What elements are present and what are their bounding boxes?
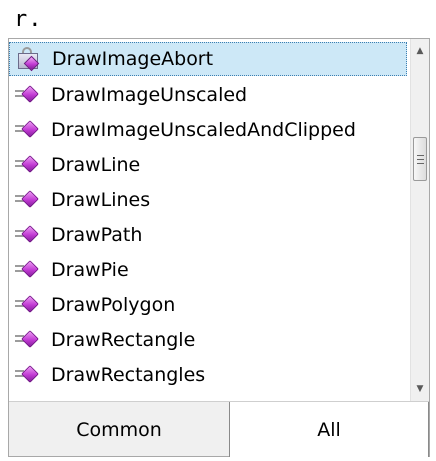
completion-item-label: DrawRectangles [51, 364, 206, 386]
method-icon [13, 188, 43, 212]
method-icon [13, 258, 43, 282]
vertical-scrollbar[interactable]: ▲ ▼ [410, 39, 429, 401]
scroll-up-arrow-icon[interactable]: ▲ [411, 41, 429, 61]
method-icon [13, 293, 43, 317]
method-icon [13, 328, 43, 352]
method-icon [13, 83, 43, 107]
completion-item-label: DrawImageUnscaled [51, 84, 248, 106]
tab-common-label: Common [76, 418, 162, 441]
scroll-down-arrow-icon[interactable]: ▼ [411, 379, 429, 399]
completion-item-label: DrawPie [51, 259, 129, 281]
completion-item-label: DrawPath [51, 224, 143, 246]
completion-item-label: DrawPolygon [51, 294, 176, 316]
intellisense-popup: DrawImageAbort DrawImageUnscaled DrawIma… [8, 38, 430, 457]
tab-all[interactable]: All [229, 402, 429, 457]
completion-item[interactable]: DrawRectangle [9, 323, 407, 357]
completion-item[interactable]: DrawLine [9, 148, 407, 182]
completion-item[interactable]: DrawRectangles [9, 358, 407, 392]
completion-item[interactable]: DrawPolygon [9, 288, 407, 322]
completion-list[interactable]: DrawImageAbort DrawImageUnscaled DrawIma… [9, 39, 409, 401]
completion-item-label: DrawRectangle [51, 329, 196, 351]
delegate-lock-icon [14, 47, 44, 72]
completion-item[interactable]: DrawLines [9, 183, 407, 217]
completion-item[interactable]: DrawImageUnscaled [9, 78, 407, 112]
completion-item-label: DrawLines [51, 189, 151, 211]
scrollbar-thumb[interactable] [413, 137, 427, 181]
completion-item-label: DrawImageAbort [52, 48, 214, 70]
completion-item[interactable]: DrawPath [9, 218, 407, 252]
code-editor-line[interactable]: r. [14, 6, 43, 34]
completion-item[interactable]: DrawPie [9, 253, 407, 287]
tab-common[interactable]: Common [9, 402, 229, 457]
completion-item-label: DrawImageUnscaledAndClipped [51, 119, 356, 141]
completion-item[interactable]: DrawImageAbort [9, 42, 407, 76]
completion-item-label: DrawLine [51, 154, 141, 176]
method-icon [13, 223, 43, 247]
method-icon [13, 118, 43, 142]
completion-item[interactable]: DrawImageUnscaledAndClipped [9, 113, 407, 147]
method-icon [13, 153, 43, 177]
method-icon [13, 363, 43, 387]
tab-all-label: All [317, 418, 341, 441]
filter-tabs: Common All [9, 401, 429, 457]
